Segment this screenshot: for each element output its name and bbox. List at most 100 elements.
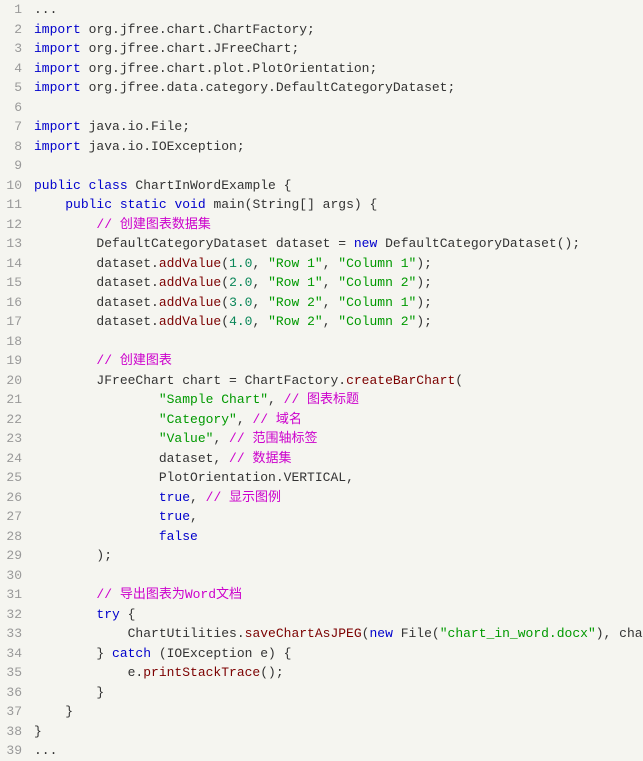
line-content: } [30,722,643,742]
line-content: try { [30,605,643,625]
table-row: 8import java.io.IOException; [0,137,643,157]
line-number: 37 [0,702,30,722]
line-content: dataset.addValue(2.0, "Row 1", "Column 2… [30,273,643,293]
line-number: 15 [0,273,30,293]
table-row: 6 [0,98,643,118]
table-row: 2import org.jfree.chart.ChartFactory; [0,20,643,40]
line-content: import java.io.File; [30,117,643,137]
line-number: 30 [0,566,30,586]
table-row: 15 dataset.addValue(2.0, "Row 1", "Colum… [0,273,643,293]
line-content: "Sample Chart", // 图表标题 [30,390,643,410]
table-row: 19 // 创建图表 [0,351,643,371]
line-number: 26 [0,488,30,508]
line-content [30,566,643,586]
line-number: 36 [0,683,30,703]
table-row: 28 false [0,527,643,547]
table-row: 37 } [0,702,643,722]
line-content: PlotOrientation.VERTICAL, [30,468,643,488]
table-row: 23 "Value", // 范围轴标签 [0,429,643,449]
line-content [30,332,643,352]
table-row: 39... [0,741,643,761]
line-number: 18 [0,332,30,352]
line-number: 31 [0,585,30,605]
line-content: import org.jfree.chart.ChartFactory; [30,20,643,40]
table-row: 27 true, [0,507,643,527]
line-number: 32 [0,605,30,625]
line-number: 39 [0,741,30,761]
line-number: 21 [0,390,30,410]
table-row: 31 // 导出图表为Word文档 [0,585,643,605]
line-content: import java.io.IOException; [30,137,643,157]
line-number: 1 [0,0,30,20]
line-number: 7 [0,117,30,137]
line-number: 22 [0,410,30,430]
line-number: 2 [0,20,30,40]
table-row: 13 DefaultCategoryDataset dataset = new … [0,234,643,254]
table-row: 38} [0,722,643,742]
line-number: 25 [0,468,30,488]
line-number: 16 [0,293,30,313]
line-content: import org.jfree.chart.plot.PlotOrientat… [30,59,643,79]
table-row: 24 dataset, // 数据集 [0,449,643,469]
line-content: import org.jfree.chart.JFreeChart; [30,39,643,59]
line-content: "Category", // 域名 [30,410,643,430]
line-content: // 创建图表 [30,351,643,371]
line-content: import org.jfree.data.category.DefaultCa… [30,78,643,98]
line-content: // 创建图表数据集 [30,215,643,235]
line-number: 6 [0,98,30,118]
line-content: // 导出图表为Word文档 [30,585,643,605]
line-content: true, // 显示图例 [30,488,643,508]
line-content: true, [30,507,643,527]
table-row: 14 dataset.addValue(1.0, "Row 1", "Colum… [0,254,643,274]
code-table: 1...2import org.jfree.chart.ChartFactory… [0,0,643,761]
line-content: } catch (IOException e) { [30,644,643,664]
line-number: 35 [0,663,30,683]
table-row: 9 [0,156,643,176]
table-row: 12 // 创建图表数据集 [0,215,643,235]
table-row: 4import org.jfree.chart.plot.PlotOrienta… [0,59,643,79]
line-content: dataset, // 数据集 [30,449,643,469]
table-row: 26 true, // 显示图例 [0,488,643,508]
table-row: 11 public static void main(String[] args… [0,195,643,215]
line-number: 24 [0,449,30,469]
line-content: ChartUtilities.saveChartAsJPEG(new File(… [30,624,643,644]
line-content: DefaultCategoryDataset dataset = new Def… [30,234,643,254]
line-content: public class ChartInWordExample { [30,176,643,196]
line-number: 8 [0,137,30,157]
table-row: 30 [0,566,643,586]
line-number: 5 [0,78,30,98]
line-content [30,156,643,176]
line-number: 17 [0,312,30,332]
table-row: 17 dataset.addValue(4.0, "Row 2", "Colum… [0,312,643,332]
table-row: 18 [0,332,643,352]
line-content: JFreeChart chart = ChartFactory.createBa… [30,371,643,391]
line-content: public static void main(String[] args) { [30,195,643,215]
line-content: ... [30,0,643,20]
line-number: 23 [0,429,30,449]
line-content: } [30,702,643,722]
table-row: 1... [0,0,643,20]
line-content: ... [30,741,643,761]
line-number: 33 [0,624,30,644]
table-row: 5import org.jfree.data.category.DefaultC… [0,78,643,98]
line-number: 20 [0,371,30,391]
line-content [30,98,643,118]
table-row: 35 e.printStackTrace(); [0,663,643,683]
line-number: 4 [0,59,30,79]
table-row: 25 PlotOrientation.VERTICAL, [0,468,643,488]
line-content: } [30,683,643,703]
line-content: ); [30,546,643,566]
line-number: 14 [0,254,30,274]
line-content: dataset.addValue(4.0, "Row 2", "Column 2… [30,312,643,332]
table-row: 33 ChartUtilities.saveChartAsJPEG(new Fi… [0,624,643,644]
line-number: 13 [0,234,30,254]
table-row: 34 } catch (IOException e) { [0,644,643,664]
line-number: 3 [0,39,30,59]
line-number: 29 [0,546,30,566]
line-number: 28 [0,527,30,547]
table-row: 7import java.io.File; [0,117,643,137]
line-number: 12 [0,215,30,235]
code-editor: 1...2import org.jfree.chart.ChartFactory… [0,0,643,761]
line-content: dataset.addValue(3.0, "Row 2", "Column 1… [30,293,643,313]
line-content: false [30,527,643,547]
